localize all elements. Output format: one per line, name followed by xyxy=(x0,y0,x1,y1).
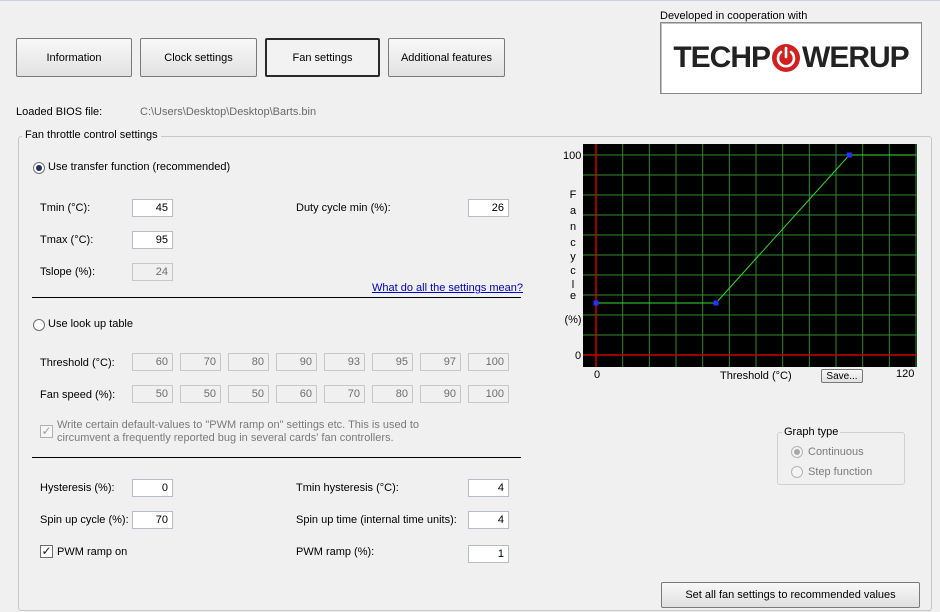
threshold-cell: 70 xyxy=(180,353,221,371)
fan-speed-cell: 50 xyxy=(228,385,269,403)
pwm-default-line: circumvent a frequently reported bug in … xyxy=(57,432,394,444)
fan-speed-cell: 50 xyxy=(180,385,221,403)
tmax-label: Tmax (°C): xyxy=(40,234,94,246)
divider xyxy=(32,457,521,458)
spin-up-time-label: Spin up time (internal time units): xyxy=(296,514,457,526)
hysteresis-field[interactable]: 0 xyxy=(132,479,173,497)
tmin-hysteresis-field[interactable]: 4 xyxy=(468,479,509,497)
pwm-ramp-label: PWM ramp (%): xyxy=(296,546,375,558)
tab-label: Information xyxy=(46,51,102,64)
y-axis-max-label: 100 xyxy=(563,150,582,162)
lookup-table-radio[interactable] xyxy=(33,319,45,331)
tmin-label: Tmin (°C): xyxy=(40,202,91,214)
graph-type-title: Graph type xyxy=(782,426,841,438)
pwm-default-checkbox: ✓ xyxy=(40,424,53,438)
spin-up-cycle-label: Spin up cycle (%): xyxy=(40,514,129,526)
hysteresis-label: Hysteresis (%): xyxy=(40,482,115,494)
curve-point xyxy=(846,152,852,158)
tslope-label: Tslope (%): xyxy=(40,266,96,278)
reset-button-label: Set all fan settings to recommended valu… xyxy=(685,589,896,601)
fan-curve-graph xyxy=(583,144,917,367)
divider xyxy=(32,297,521,298)
threshold-cell: 95 xyxy=(372,353,413,371)
lookup-table-label: Use look up table xyxy=(48,318,133,330)
settings-help-link[interactable]: What do all the settings mean? xyxy=(372,282,523,294)
group-title: Fan throttle control settings xyxy=(22,129,161,141)
tab-clock-settings[interactable]: Clock settings xyxy=(140,38,257,77)
tab-label: Clock settings xyxy=(164,51,233,64)
spin-up-time-field[interactable]: 4 xyxy=(468,511,509,529)
y-axis-title-char: c xyxy=(570,265,576,277)
tmin-hysteresis-label: Tmin hysteresis (°C): xyxy=(296,482,399,494)
save-label: Save... xyxy=(826,370,858,382)
y-axis-title-char: e xyxy=(569,290,577,302)
tab-fan-settings[interactable]: Fan settings xyxy=(265,38,380,77)
techpowerup-logo[interactable]: TECHP WERUP xyxy=(660,22,922,94)
tab-additional-features[interactable]: Additional features xyxy=(388,38,505,77)
power-icon xyxy=(772,44,800,72)
step-function-radio xyxy=(791,466,803,478)
fan-speed-cell: 100 xyxy=(468,385,509,403)
threshold-cell: 80 xyxy=(228,353,269,371)
threshold-cell: 100 xyxy=(468,353,509,371)
fan-speed-cell: 60 xyxy=(276,385,317,403)
threshold-cell: 90 xyxy=(276,353,317,371)
threshold-label: Threshold (°C): xyxy=(40,357,115,369)
duty-cycle-min-field[interactable]: 26 xyxy=(468,199,509,217)
tmin-field[interactable]: 45 xyxy=(132,199,173,217)
bios-path: C:\Users\Desktop\Desktop\Barts.bin xyxy=(140,106,317,118)
logo-text: WERUP xyxy=(802,41,910,74)
tab-label: Fan settings xyxy=(292,51,353,64)
fan-speed-cell: 70 xyxy=(324,385,365,403)
pwm-ramp-on-label: PWM ramp on xyxy=(57,546,128,558)
curve-point xyxy=(713,300,719,306)
x-axis-min-label: 0 xyxy=(594,369,601,381)
continuous-radio xyxy=(791,446,803,458)
fan-speed-cell: 90 xyxy=(420,385,461,403)
x-axis-max-label: 120 xyxy=(896,368,915,380)
bios-label: Loaded BIOS file: xyxy=(16,106,103,118)
tab-label: Additional features xyxy=(400,51,493,64)
pwm-ramp-on-checkbox[interactable]: ✓ xyxy=(40,545,53,558)
threshold-cell: 60 xyxy=(132,353,173,371)
transfer-function-radio[interactable] xyxy=(33,162,45,174)
continuous-label: Continuous xyxy=(808,446,864,458)
spin-up-cycle-field[interactable]: 70 xyxy=(132,511,173,529)
y-axis-title-char: F xyxy=(569,189,577,201)
y-axis-min-label: 0 xyxy=(575,350,582,362)
tslope-field: 24 xyxy=(132,263,173,281)
partner-label: Developed in cooperation with xyxy=(660,10,808,22)
y-axis-title-char: (%) xyxy=(564,314,582,326)
tab-information[interactable]: Information xyxy=(16,38,132,77)
threshold-cell: 97 xyxy=(420,353,461,371)
y-axis-title-char: a xyxy=(569,205,577,217)
transfer-function-label: Use transfer function (recommended) xyxy=(48,161,231,173)
y-axis-title-char: n xyxy=(569,221,577,233)
x-axis-title: Threshold (°C) xyxy=(720,370,792,382)
fan-speed-cell: 80 xyxy=(372,385,413,403)
curve-point xyxy=(593,300,599,306)
pwm-default-line: Write certain default-values to "PWM ram… xyxy=(57,419,419,431)
pwm-default-text: Write certain default-values to "PWM ram… xyxy=(57,419,419,445)
y-axis-title-char: c xyxy=(570,237,576,249)
y-axis-title-char: y xyxy=(570,251,576,263)
fan-speed-label: Fan speed (%): xyxy=(40,389,116,401)
fan-speed-cell: 50 xyxy=(132,385,173,403)
pwm-ramp-field[interactable]: 1 xyxy=(468,545,509,563)
duty-cycle-min-label: Duty cycle min (%): xyxy=(296,202,391,214)
step-function-label: Step function xyxy=(808,466,873,478)
reset-recommended-button[interactable]: Set all fan settings to recommended valu… xyxy=(661,582,920,608)
tmax-field[interactable]: 95 xyxy=(132,231,173,249)
save-graph-button[interactable]: Save... xyxy=(821,369,863,383)
logo-text: TECHP xyxy=(673,41,771,74)
threshold-cell: 93 xyxy=(324,353,365,371)
